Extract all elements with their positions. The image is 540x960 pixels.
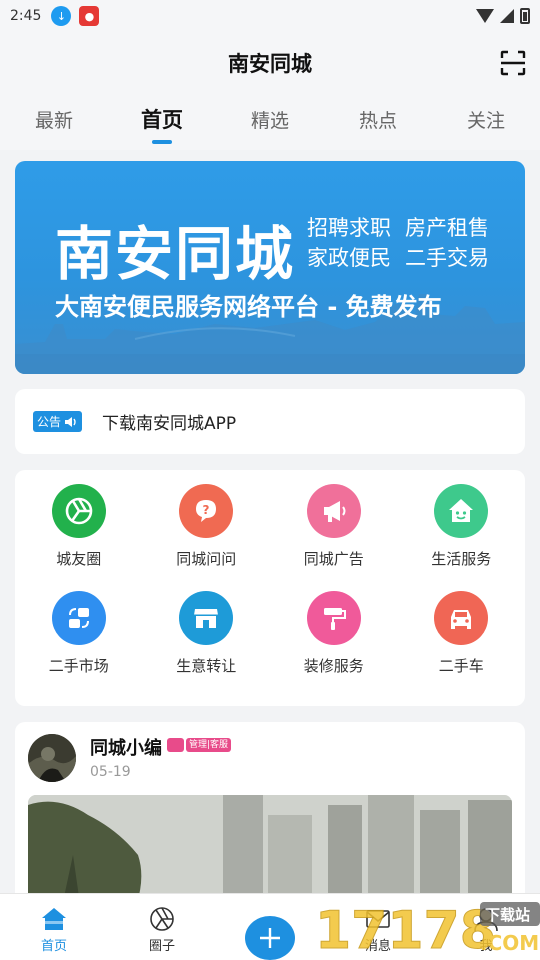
app-notification-icon: ● <box>79 6 100 26</box>
service-label: 生活服务 <box>431 550 492 568</box>
tab-latest[interactable]: 最新 <box>0 90 108 150</box>
car-icon <box>434 591 489 645</box>
banner-tag: 家政便民 <box>307 246 391 270</box>
service-label: 同城问问 <box>176 550 237 568</box>
post-card[interactable]: 同城小编 管理|客服 05-19 <box>15 722 525 912</box>
store-icon <box>179 591 234 645</box>
banner-tag: 房产租售 <box>405 216 489 240</box>
status-time: 2:45 <box>10 8 42 24</box>
speaker-icon <box>65 416 76 427</box>
nav-home-label: 首页 <box>40 939 67 954</box>
page-title: 南安同城 <box>228 52 312 76</box>
tab-home[interactable]: 首页 <box>108 90 216 150</box>
announcement-badge-label: 公告 <box>37 415 62 429</box>
home-icon <box>42 908 66 930</box>
envelope-icon <box>366 910 390 928</box>
signal-icon <box>500 9 514 23</box>
announcement-bar[interactable]: 公告 下载南安同城APP <box>15 389 525 454</box>
nav-publish[interactable] <box>216 894 324 960</box>
tab-bar: 最新 首页 精选 热点 关注 <box>0 90 540 150</box>
download-icon: ↓ <box>51 6 72 26</box>
service-used-car[interactable]: 二手车 <box>398 591 526 698</box>
post-author[interactable]: 同城小编 <box>90 734 162 760</box>
banner-title: 南安同城 <box>55 220 296 288</box>
nav-circle[interactable]: 圈子 <box>108 894 216 960</box>
service-business-transfer[interactable]: 生意转让 <box>143 591 271 698</box>
tab-hot[interactable]: 热点 <box>324 90 432 150</box>
aperture-icon <box>51 484 106 538</box>
tab-following[interactable]: 关注 <box>432 90 540 150</box>
announcement-badge: 公告 <box>33 411 83 432</box>
level-badge-icon <box>167 738 184 752</box>
announcement-text: 下载南安同城APP <box>102 414 237 434</box>
service-label: 二手车 <box>438 657 484 675</box>
banner-subtitle: 大南安便民服务网络平台 - 免费发布 <box>55 293 442 321</box>
service-label: 城友圈 <box>56 550 102 568</box>
post-date: 05-19 <box>90 764 131 780</box>
service-friends-circle[interactable]: 城友圈 <box>15 484 143 591</box>
banner-tag: 招聘求职 <box>307 216 391 240</box>
scan-icon[interactable] <box>500 50 526 76</box>
service-life[interactable]: 生活服务 <box>398 484 526 591</box>
bottom-nav: 首页 圈子 消息 我 <box>0 893 540 960</box>
wifi-icon <box>476 9 494 23</box>
service-label: 同城广告 <box>303 550 364 568</box>
nav-home[interactable]: 首页 <box>0 894 108 960</box>
tab-featured[interactable]: 精选 <box>216 90 324 150</box>
nav-circle-label: 圈子 <box>148 939 175 954</box>
banner-tags: 招聘求职 房产租售 家政便民 二手交易 <box>307 213 503 273</box>
service-grid: 城友圈 ? 同城问问 同城广告 生活服务 二手市场 生意转让 装修服务 二手车 <box>15 470 525 706</box>
nav-messages-label: 消息 <box>364 939 391 954</box>
question-icon: ? <box>179 484 234 538</box>
house-smile-icon <box>434 484 489 538</box>
nav-me-label: 我 <box>479 939 493 954</box>
service-label: 生意转让 <box>176 657 237 675</box>
status-bar: 2:45 ↓ ● <box>0 0 540 32</box>
paint-roller-icon <box>306 591 361 645</box>
service-city-ads[interactable]: 同城广告 <box>270 484 398 591</box>
publish-button[interactable] <box>245 916 295 960</box>
promo-banner[interactable]: 南安同城 招聘求职 房产租售 家政便民 二手交易 大南安便民服务网络平台 - 免费发… <box>15 161 525 374</box>
role-badge: 管理|客服 <box>186 738 232 752</box>
service-ask-city[interactable]: ? 同城问问 <box>143 484 271 591</box>
service-renovation[interactable]: 装修服务 <box>270 591 398 698</box>
service-label: 二手市场 <box>48 657 109 675</box>
plus-icon <box>260 928 280 948</box>
title-bar: 南安同城 <box>0 32 540 90</box>
banner-tag: 二手交易 <box>405 246 489 270</box>
service-second-hand-market[interactable]: 二手市场 <box>15 591 143 698</box>
battery-icon <box>520 8 530 24</box>
svg-text:?: ? <box>203 503 210 517</box>
nav-me[interactable]: 我 <box>432 894 540 960</box>
avatar[interactable] <box>28 734 76 782</box>
user-icon <box>474 908 498 932</box>
megaphone-icon <box>306 484 361 538</box>
author-badges: 管理|客服 <box>167 738 232 752</box>
service-label: 装修服务 <box>303 657 364 675</box>
exchange-icon <box>51 591 106 645</box>
aperture-icon <box>150 907 174 931</box>
nav-messages[interactable]: 消息 <box>324 894 432 960</box>
